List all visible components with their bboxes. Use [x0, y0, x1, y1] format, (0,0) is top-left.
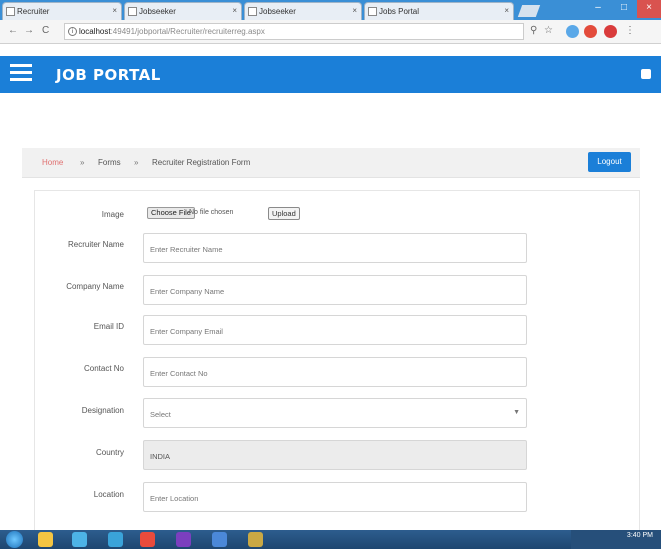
extension-icon[interactable]	[584, 25, 597, 38]
close-window-icon[interactable]: ×	[637, 0, 661, 18]
url-input[interactable]: i localhost:49491/jobportal/Recruiter/re…	[64, 23, 524, 40]
breadcrumb-separator: »	[134, 158, 139, 167]
info-icon[interactable]: i	[68, 27, 77, 36]
breadcrumb-current: Recruiter Registration Form	[152, 158, 251, 167]
breadcrumb-separator: »	[80, 158, 85, 167]
browser-tab-title: Jobs Portal	[379, 7, 420, 16]
contact-no-label: Contact No	[83, 364, 124, 373]
file-explorer-icon[interactable]	[38, 532, 53, 547]
email-id-label: Email ID	[93, 322, 124, 331]
extension-icon[interactable]	[566, 25, 579, 38]
designation-label: Designation	[81, 406, 124, 415]
forward-icon[interactable]: →	[24, 25, 34, 36]
designation-select[interactable]: Select ▼	[143, 398, 527, 428]
start-button[interactable]	[6, 531, 23, 548]
browser-taskbar-icon[interactable]	[140, 532, 155, 547]
browser-tab-strip: Recruiter × Jobseeker × Jobseeker × Jobs…	[0, 0, 661, 20]
company-name-input[interactable]: Enter Company Name	[143, 275, 527, 305]
menu-icon[interactable]: ⋮	[625, 25, 635, 36]
clock[interactable]: 3:40 PM	[627, 532, 653, 540]
app-taskbar-icon[interactable]	[72, 532, 87, 547]
breadcrumb-forms-link[interactable]: Forms	[98, 158, 121, 167]
breadcrumb: Home » Forms » Recruiter Registration Fo…	[22, 148, 640, 178]
windows-taskbar: 3:40 PM	[0, 530, 661, 549]
country-field: INDIA	[143, 440, 527, 470]
browser-tab-jobs-portal[interactable]: Jobs Portal ×	[364, 2, 514, 20]
no-file-text: No file chosen	[189, 209, 234, 216]
reload-icon[interactable]: C	[42, 25, 49, 36]
chevron-down-icon: ▼	[513, 409, 520, 416]
contact-no-input[interactable]: Enter Contact No	[143, 357, 527, 387]
image-label: Image	[101, 210, 124, 219]
close-tab-icon[interactable]: ×	[112, 6, 117, 15]
country-label: Country	[95, 448, 124, 457]
designation-selected-value: Select	[150, 410, 171, 419]
new-tab-button[interactable]	[517, 5, 541, 17]
brand-title: JOB PORTAL	[56, 66, 161, 84]
app-taskbar-icon[interactable]	[212, 532, 227, 547]
extension-icon[interactable]	[604, 25, 617, 38]
location-label: Location	[93, 490, 124, 499]
close-tab-icon[interactable]: ×	[232, 6, 237, 15]
zoom-icon[interactable]: ⚲	[530, 25, 537, 36]
bookmark-star-icon[interactable]: ☆	[544, 25, 553, 36]
page-icon	[248, 7, 257, 16]
browser-tab-title: Jobseeker	[259, 7, 296, 16]
maximize-icon[interactable]: □	[611, 0, 637, 18]
recruiter-name-label: Recruiter Name	[67, 240, 124, 249]
user-menu-icon[interactable]	[641, 69, 651, 79]
system-tray: 3:40 PM	[571, 530, 661, 549]
email-field[interactable]: Enter Company Email	[143, 315, 527, 345]
browser-tab-recruiter[interactable]: Recruiter ×	[2, 2, 122, 20]
visual-studio-icon[interactable]	[176, 532, 191, 547]
browser-tab-jobseeker-2[interactable]: Jobseeker ×	[244, 2, 362, 20]
app-taskbar-icon[interactable]	[108, 532, 123, 547]
back-icon[interactable]: ←	[8, 25, 18, 36]
browser-tab-jobseeker[interactable]: Jobseeker ×	[124, 2, 242, 20]
location-input[interactable]: Enter Location	[143, 482, 527, 512]
close-tab-icon[interactable]: ×	[504, 6, 509, 15]
app-header: JOB PORTAL	[0, 56, 661, 93]
recruiter-name-input[interactable]: Enter Recruiter Name	[143, 233, 527, 263]
address-bar: ← → C i localhost:49491/jobportal/Recrui…	[0, 20, 661, 44]
breadcrumb-home-link[interactable]: Home	[42, 158, 63, 167]
choose-file-button[interactable]: Choose File	[147, 207, 196, 219]
page-icon	[368, 7, 377, 16]
upload-button[interactable]: Upload	[268, 207, 300, 220]
close-tab-icon[interactable]: ×	[352, 6, 357, 15]
url-path: :49491/jobportal/Recruiter/recruiterreg.…	[110, 27, 265, 36]
minimize-icon[interactable]: –	[585, 0, 611, 18]
company-name-label: Company Name	[66, 282, 124, 291]
browser-tab-title: Jobseeker	[139, 7, 176, 16]
url-host: localhost	[79, 27, 111, 36]
app-taskbar-icon[interactable]	[248, 532, 263, 547]
hamburger-menu-icon[interactable]	[10, 64, 32, 82]
page-icon	[128, 7, 137, 16]
logout-button[interactable]: Logout	[588, 152, 631, 172]
page-icon	[6, 7, 15, 16]
browser-tab-title: Recruiter	[17, 7, 50, 16]
